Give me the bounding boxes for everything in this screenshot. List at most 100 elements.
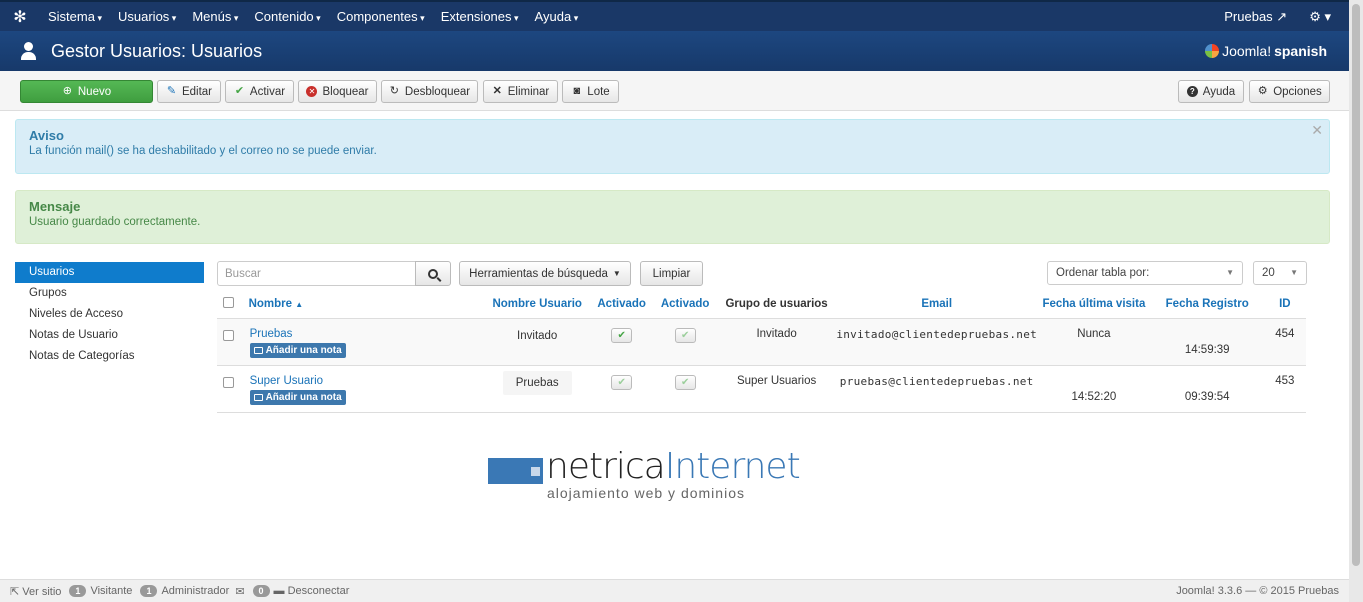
refresh-icon: ↻: [389, 85, 399, 97]
block-button[interactable]: ✕ Bloquear: [298, 80, 377, 103]
message-title: Mensaje: [29, 199, 81, 214]
options-button[interactable]: ⚙ Opciones: [1249, 80, 1330, 103]
menu-componentes[interactable]: Componentes: [329, 9, 433, 24]
admins-badge: 1: [140, 585, 158, 597]
user-name-link[interactable]: Super Usuario: [250, 375, 485, 387]
activated-toggle-check-icon[interactable]: ✔: [611, 327, 633, 343]
username-cell: Invitado: [484, 317, 590, 365]
header-checkbox-cell: [217, 291, 241, 318]
unblock-button[interactable]: ↻ Desbloquear: [381, 80, 478, 103]
question-icon: ?: [1186, 86, 1198, 97]
header-id[interactable]: ID: [1264, 291, 1306, 318]
add-note-button[interactable]: Añadir una nota: [249, 389, 346, 405]
sidebar: Usuarios Grupos Niveles de Acceso Notas …: [15, 262, 204, 367]
menu-menus[interactable]: Menús: [184, 9, 246, 24]
site-link[interactable]: Pruebas ↗: [1224, 9, 1287, 25]
sidebar-item-niveles-acceso[interactable]: Niveles de Acceso: [15, 304, 204, 325]
header-group: Grupo de usuarios: [725, 298, 828, 311]
user-icon: [20, 42, 38, 60]
menu-contenido[interactable]: Contenido: [246, 9, 328, 24]
search-button[interactable]: [415, 261, 451, 286]
registered-cell: 14:59:39: [1150, 317, 1264, 365]
search-input[interactable]: [217, 261, 416, 286]
new-button[interactable]: ⊕ Nuevo: [20, 80, 153, 103]
view-site-link[interactable]: ⇱ Ver sitio: [10, 585, 61, 598]
registered-cell: 09:39:54: [1150, 364, 1264, 413]
version-text: Joomla! 3.3.6 — © 2015 Pruebas: [1176, 585, 1339, 597]
header-activated[interactable]: Activado: [590, 291, 653, 318]
joomla-logo-icon[interactable]: ✻: [0, 7, 40, 27]
vertical-scrollbar[interactable]: [1349, 0, 1363, 602]
row-checkbox[interactable]: [223, 329, 235, 341]
last-visit-cell: Nunca: [1037, 317, 1151, 365]
user-name-link[interactable]: Pruebas: [250, 328, 485, 340]
netrica-logo: netricaInternet alojamiento web y domini…: [488, 446, 828, 505]
group-cell: Super Usuarios: [716, 364, 837, 413]
header-registered[interactable]: Fecha Registro: [1151, 291, 1264, 318]
menu-usuarios[interactable]: Usuarios: [110, 9, 184, 24]
chevron-down-icon: ▼: [1290, 268, 1298, 277]
sidebar-item-grupos[interactable]: Grupos: [15, 283, 204, 304]
activated-check-icon[interactable]: ✔: [674, 327, 696, 343]
envelope-icon: ✉: [235, 585, 245, 598]
scrollbar-thumb[interactable]: [1352, 4, 1360, 566]
users-table: Nombre ▲ Nombre Usuario Activado Activad…: [217, 291, 1306, 413]
block-icon: ✕: [306, 86, 318, 97]
activated-check-icon[interactable]: ✔: [674, 374, 696, 390]
page-header: Gestor Usuarios: Usuarios Joomla! spanish: [0, 31, 1349, 71]
username-cell: Pruebas: [502, 370, 572, 395]
table-row: Super Usuario Añadir una nota Pruebas ✔ …: [217, 364, 1306, 413]
delete-button[interactable]: ✕ Eliminar: [483, 80, 558, 103]
logo-tagline: alojamiento web y dominios: [547, 485, 745, 501]
add-note-button[interactable]: Añadir una nota: [249, 342, 346, 358]
search-tools-button[interactable]: Herramientas de búsqueda ▼: [459, 261, 631, 286]
email-cell: pruebas@clientedepruebas.net: [836, 364, 1038, 413]
sidebar-item-notas-categorias[interactable]: Notas de Categorías: [15, 346, 204, 367]
menu-extensiones[interactable]: Extensiones: [433, 9, 527, 24]
search-icon: [428, 268, 438, 279]
warning-alert: ✕ Aviso La función mail() se ha deshabil…: [15, 119, 1330, 174]
status-bar: ⇱ Ver sitio 1 Visitante 1 Administrador ✉ 0…: [0, 579, 1349, 602]
close-icon[interactable]: ✕: [1311, 122, 1323, 139]
activate-button[interactable]: ✔ Activar: [225, 80, 294, 103]
table-header-row: Nombre ▲ Nombre Usuario Activado Activad…: [217, 291, 1306, 318]
order-select[interactable]: Ordenar tabla por: ▼: [1047, 261, 1243, 285]
chevron-down-icon: ▼: [1226, 268, 1234, 277]
sidebar-item-notas-usuario[interactable]: Notas de Usuario: [15, 325, 204, 346]
message-text: Usuario guardado correctamente.: [29, 216, 201, 228]
edit-button[interactable]: ✎ Editar: [157, 80, 221, 103]
menu-ayuda[interactable]: Ayuda: [527, 9, 587, 24]
batch-button[interactable]: ◙ Lote: [562, 80, 619, 103]
page-title: Gestor Usuarios: Usuarios: [51, 40, 263, 61]
header-last-visit[interactable]: Fecha última visita: [1037, 291, 1151, 318]
help-button[interactable]: ? Ayuda: [1178, 80, 1244, 103]
delete-x-icon: ✕: [492, 85, 502, 97]
visitors-badge: 1: [69, 585, 87, 597]
email-cell: invitado@clientedepruebas.net: [836, 317, 1038, 365]
limit-select[interactable]: 20 ▼: [1253, 261, 1307, 285]
plus-circle-icon: ⊕: [62, 85, 72, 97]
check-icon: ✔: [234, 85, 245, 97]
header-email[interactable]: Email: [836, 291, 1037, 318]
caret-down-icon: ▼: [612, 269, 621, 278]
external-icon: ⇱: [10, 585, 20, 598]
menu-sistema[interactable]: Sistema: [40, 9, 110, 24]
success-alert: Mensaje Usuario guardado correctamente.: [15, 190, 1330, 244]
warning-title: Aviso: [29, 128, 64, 143]
select-all-checkbox[interactable]: [223, 297, 235, 309]
id-cell: 453: [1263, 364, 1306, 413]
clear-button[interactable]: Limpiar: [640, 261, 703, 286]
user-menu-gear-icon[interactable]: ⚙ ▾: [1309, 9, 1331, 25]
header-activated-2[interactable]: Activado: [653, 291, 716, 318]
activated-toggle-check-icon[interactable]: ✔: [611, 374, 633, 390]
edit-icon: ✎: [166, 85, 177, 97]
row-checkbox[interactable]: [223, 376, 235, 388]
note-icon: [253, 393, 263, 401]
joomla-spanish-logo: Joomla! spanish: [1205, 43, 1327, 59]
sidebar-item-usuarios[interactable]: Usuarios: [15, 262, 204, 283]
logout-link[interactable]: ▬ Desconectar: [274, 585, 350, 597]
header-username[interactable]: Nombre Usuario: [484, 291, 589, 318]
messages-badge[interactable]: 0: [252, 585, 270, 597]
minus-icon: ▬: [273, 585, 285, 597]
header-name[interactable]: Nombre ▲: [241, 291, 485, 318]
